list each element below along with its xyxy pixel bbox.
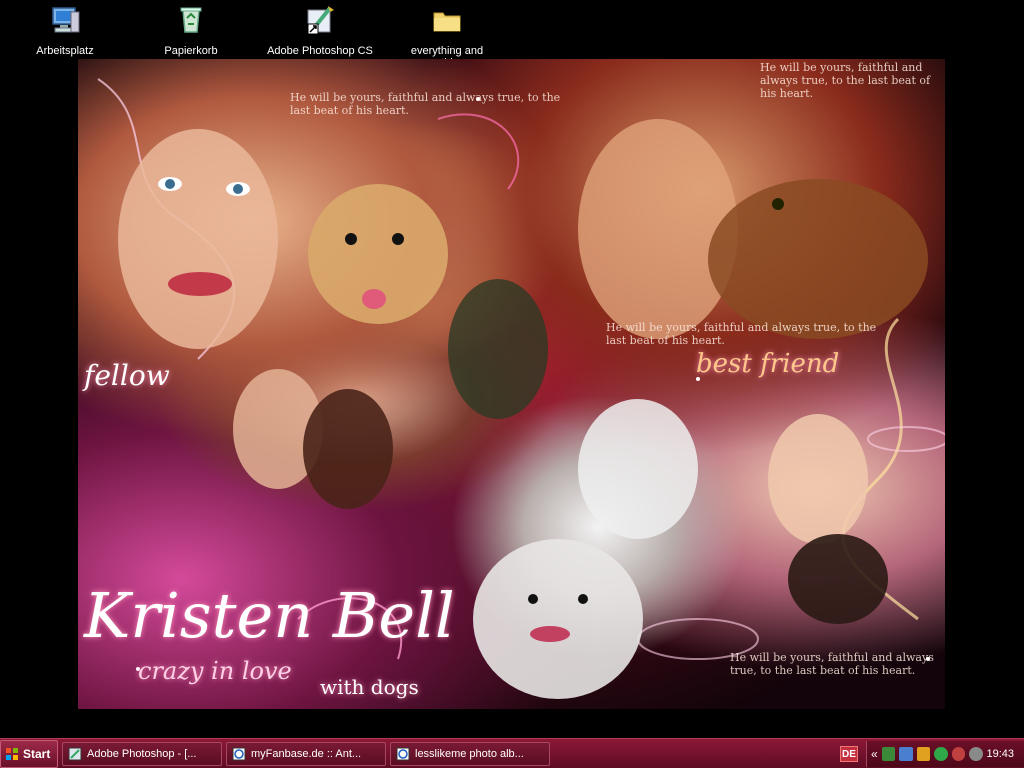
desktop-icon-arbeitsplatz[interactable]: Arbeitsplatz	[10, 4, 120, 57]
wallpaper-subtitle-2: with dogs	[320, 675, 419, 699]
taskbar-item-label: lesslikeme photo alb...	[415, 748, 524, 760]
taskbar-item-myfanbase[interactable]: myFanbase.de :: Ant...	[226, 742, 386, 766]
desktop-icon-papierkorb[interactable]: Papierkorb	[136, 4, 246, 57]
taskbar-item-label: myFanbase.de :: Ant...	[251, 748, 362, 760]
tray-expand-icon[interactable]: «	[871, 747, 878, 761]
quote-text-mid: He will be yours, faithful and always tr…	[606, 321, 877, 347]
taskbar-item-photoshop[interactable]: Adobe Photoshop - [...	[62, 742, 222, 766]
taskbar-item-label: Adobe Photoshop - [...	[87, 748, 197, 760]
quote-text-top-right: He will be yours, faithful and always tr…	[760, 61, 931, 100]
mouth-shape	[530, 626, 570, 642]
eye-shape	[578, 594, 588, 604]
start-label: Start	[23, 747, 51, 761]
browser-icon	[232, 747, 246, 761]
dog-shape	[303, 389, 393, 509]
tray-settings-icon[interactable]	[969, 747, 983, 761]
windows-logo-icon	[6, 748, 18, 760]
eye-shape	[392, 233, 404, 245]
best-friend-text: best friend	[696, 349, 840, 379]
eye-shape	[528, 594, 538, 604]
wallpaper-subtitle: crazy in love	[138, 657, 292, 685]
swirl-ring	[867, 426, 945, 452]
portrait-shape	[578, 119, 738, 339]
portrait-shape	[118, 129, 278, 349]
start-button[interactable]: Start	[0, 740, 58, 768]
taskbar: Start Adobe Photoshop - [... myFanbase.d…	[0, 738, 1024, 768]
browser-icon	[396, 747, 410, 761]
photoshop-icon	[307, 6, 334, 35]
desktop-icon-label: Papierkorb	[164, 45, 218, 57]
quote-text-bottom-right: He will be yours, faithful and always tr…	[730, 651, 934, 677]
system-tray: « 19:43	[866, 741, 1024, 767]
eye-shape	[165, 179, 175, 189]
computer-icon	[52, 7, 80, 33]
tray-security-icon[interactable]	[951, 747, 966, 761]
language-indicator[interactable]: DE	[840, 746, 858, 762]
swirl-shape	[437, 113, 520, 190]
photoshop-icon	[68, 747, 82, 761]
desktop-icon-label: Arbeitsplatz	[36, 45, 94, 57]
desktop-icon-label: Adobe Photoshop CS	[267, 45, 373, 57]
taskbar-item-lesslikeme[interactable]: lesslikeme photo alb...	[390, 742, 550, 766]
tray-messenger-icon[interactable]	[934, 747, 948, 761]
recycle-bin-icon	[180, 7, 202, 33]
clock[interactable]: 19:43	[987, 748, 1015, 760]
portrait-shape	[768, 414, 868, 544]
mouth-shape	[362, 289, 386, 309]
dog-shape	[578, 399, 698, 539]
dog-shape	[708, 179, 928, 339]
wallpaper-title: Kristen Bell	[84, 579, 455, 652]
tray-network-icon[interactable]	[899, 747, 913, 761]
desktop-wallpaper: He will be yours, faithful and always tr…	[78, 59, 945, 709]
eye-shape	[345, 233, 357, 245]
quote-text-top: He will be yours, faithful and always tr…	[290, 91, 561, 117]
mouth-shape	[168, 272, 232, 296]
eye-shape	[233, 184, 243, 194]
desktop-icon-photoshop[interactable]: Adobe Photoshop CS	[265, 4, 375, 57]
dog-shape	[473, 539, 643, 699]
dog-shape	[788, 534, 888, 624]
fellow-text: fellow	[84, 359, 170, 392]
portrait-shape	[448, 279, 548, 419]
eye-shape	[772, 198, 784, 210]
tray-volume-icon[interactable]	[916, 747, 931, 761]
folder-icon	[433, 12, 461, 32]
tray-app-icon[interactable]	[881, 747, 896, 761]
